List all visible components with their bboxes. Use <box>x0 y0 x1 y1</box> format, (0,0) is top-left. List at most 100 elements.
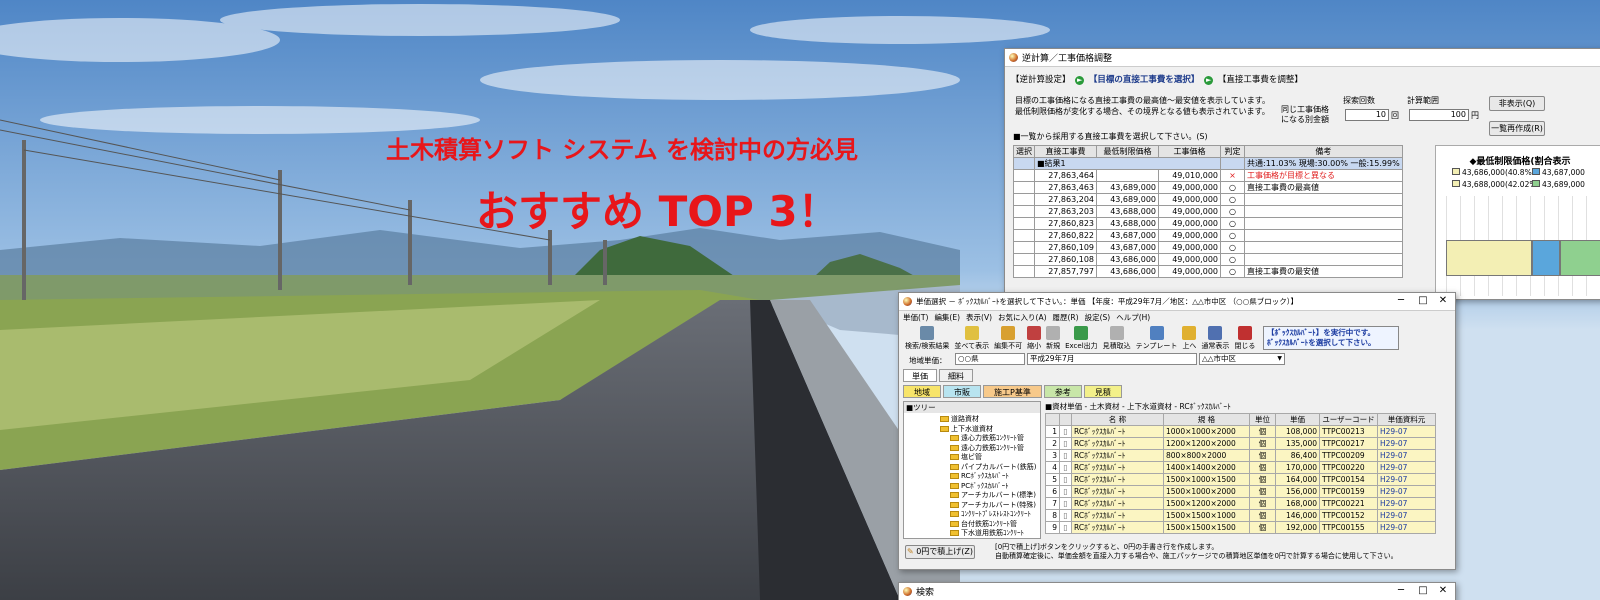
tree-node[interactable]: 道路資材 <box>940 415 1040 425</box>
minimize-icon[interactable]: ─ <box>1391 585 1411 596</box>
tab-unit-price[interactable]: 単価 <box>903 369 937 382</box>
name-cell: RCﾎﾞｯｸｽｶﾙﾊﾞｰﾄ <box>1071 497 1164 510</box>
rebuild-list-button[interactable]: 一覧再作成(R) <box>1489 121 1545 136</box>
price-cell: 168,000 <box>1275 497 1320 510</box>
menu-item[interactable]: お気に入り(A) <box>998 313 1046 322</box>
region-city-select[interactable]: △△市中区 ▼ <box>1199 353 1285 365</box>
col-note: 備考 <box>1244 145 1403 158</box>
tree-node[interactable]: ｺﾝｸﾘｰﾄﾌﾟﾚｽﾄﾚｽﾄｺﾝｸﾘｰﾄ <box>940 510 1040 520</box>
tree-node[interactable]: 遠心力鉄筋ｺﾝｸﾘｰﾄ管 <box>940 434 1040 444</box>
unit-price-titlebar[interactable]: 単価選択 － ﾎﾞｯｸｽｶﾙﾊﾞｰﾄを選択して下さい。：単価 【年度：平成29年… <box>899 293 1455 311</box>
toolbar-button[interactable]: 新規 <box>1046 326 1061 352</box>
tree-node[interactable]: RCﾎﾞｯｸｽｶﾙﾊﾞｰﾄ <box>940 472 1040 482</box>
material-row[interactable]: 6 ▯ RCﾎﾞｯｸｽｶﾙﾊﾞｰﾄ 1500×1000×2000 個 156,000 TTP… <box>1045 485 1436 498</box>
menu-item[interactable]: ヘルプ(H) <box>1116 313 1150 322</box>
tree-node[interactable]: 台付鉄筋ｺﾝｸﾘｰﾄ管 <box>940 520 1040 530</box>
tree-node[interactable]: アーチカルバート(標準) <box>940 491 1040 501</box>
tree-node[interactable]: 上下水道資材 <box>940 425 1040 435</box>
menu-item[interactable]: 設定(S) <box>1085 313 1111 322</box>
material-row[interactable]: 8 ▯ RCﾎﾞｯｸｽｶﾙﾊﾞｰﾄ 1500×1500×1000 個 146,000 TTP… <box>1045 509 1436 522</box>
reverse-calc-titlebar[interactable]: 逆計算／工事価格調整 <box>1005 49 1600 67</box>
price-row[interactable]: 27,863,203 43,688,000 49,000,000 ○ <box>1013 205 1403 218</box>
step-adjust[interactable]: 【直接工事費を調整】 <box>1218 75 1303 85</box>
tab-source[interactable]: 市販 <box>943 385 981 398</box>
toolbar-button[interactable]: テンプレート <box>1136 326 1177 352</box>
price-row[interactable]: 27,860,823 43,688,000 49,000,000 ○ <box>1013 217 1403 230</box>
tree-node[interactable]: 遠心力鉄筋ｺﾝｸﾘｰﾄ管 <box>940 444 1040 454</box>
material-row[interactable]: 7 ▯ RCﾎﾞｯｸｽｶﾙﾊﾞｰﾄ 1500×1200×2000 個 168,000 TTP… <box>1045 497 1436 510</box>
maximize-icon[interactable]: □ <box>1413 585 1433 596</box>
doc-icon: ▯ <box>1059 449 1072 462</box>
close-icon[interactable]: ✕ <box>1433 295 1453 306</box>
hide-button[interactable]: 非表示(Q) <box>1489 96 1545 111</box>
material-row[interactable]: 9 ▯ RCﾎﾞｯｸｽｶﾙﾊﾞｰﾄ 1500×1500×1500 個 192,000 TTP… <box>1045 521 1436 534</box>
price-row[interactable]: 27,863,463 43,689,000 49,000,000 ○ 直接工事費の最高値 <box>1013 181 1403 194</box>
maximize-icon[interactable]: □ <box>1413 295 1433 306</box>
menu-item[interactable]: 編集(E) <box>934 313 960 322</box>
row-number: 1 <box>1045 425 1060 438</box>
price-row[interactable]: 27,860,822 43,687,000 49,000,000 ○ <box>1013 229 1403 242</box>
code-cell: TTPC00159 <box>1319 485 1378 498</box>
price-cell: 49,000,000 <box>1158 217 1221 230</box>
tree-panel: ■ツリー 道路資材 上下水道資材 遠心力鉄筋ｺﾝｸﾘｰﾄ管 遠心力鉄筋ｺﾝｸﾘｰﾄ管塩… <box>903 401 1041 539</box>
tab-source[interactable]: 施工P基準 <box>983 385 1042 398</box>
region-date[interactable]: 平成29年7月 <box>1027 353 1197 365</box>
judge-cell: ○ <box>1220 181 1245 194</box>
name-cell: RCﾎﾞｯｸｽｶﾙﾊﾞｰﾄ <box>1071 521 1164 534</box>
menu-item[interactable]: 履歴(R) <box>1053 313 1079 322</box>
search-titlebar[interactable]: 検索 ─ □ ✕ <box>899 583 1455 600</box>
source-cell: H29-07 <box>1377 473 1436 486</box>
tab-source[interactable]: 見積 <box>1083 385 1122 398</box>
tree-node[interactable]: アーチカルバート(特殊) <box>940 501 1040 511</box>
menu-item[interactable]: 単価(T) <box>903 313 928 322</box>
chart-title: ◆最低制限価格(割合表示 <box>1469 157 1571 167</box>
price-row[interactable]: 27,863,204 43,689,000 49,000,000 ○ <box>1013 193 1403 206</box>
price-row[interactable]: 27,860,109 43,687,000 49,000,000 ○ <box>1013 241 1403 254</box>
price-row[interactable]: 27,857,797 43,686,000 49,000,000 ○ 直接工事費の最安値 <box>1013 265 1403 278</box>
tab-detail[interactable]: 細料 <box>939 369 973 382</box>
toolbar-button[interactable]: 縮小 <box>1027 326 1042 352</box>
material-row[interactable]: 4 ▯ RCﾎﾞｯｸｽｶﾙﾊﾞｰﾄ 1400×1400×2000 個 170,000 TTP… <box>1045 461 1436 474</box>
toolbar-button[interactable]: 検索/検索結果 <box>905 326 949 352</box>
price-cell: 146,000 <box>1275 509 1320 522</box>
tree-node[interactable]: PCﾎﾞｯｸｽｶﾙﾊﾞｰﾄ <box>940 482 1040 492</box>
toolbar-button[interactable]: 見積取込 <box>1103 326 1131 352</box>
material-row[interactable]: 5 ▯ RCﾎﾞｯｸｽｶﾙﾊﾞｰﾄ 1500×1000×1500 個 164,000 TTP… <box>1045 473 1436 486</box>
tree-node[interactable]: 塩ビ管 <box>940 453 1040 463</box>
toolbar-button[interactable]: 通常表示 <box>1201 326 1229 352</box>
step-settings[interactable]: 【逆計算設定】 <box>1011 75 1071 85</box>
result-row[interactable]: ■結果1 共通:11.03% 現場:30.00% 一般:15.99% <box>1013 157 1403 170</box>
tab-source[interactable]: 参考 <box>1043 385 1082 398</box>
reverse-calc-title: 逆計算／工事価格調整 <box>1022 54 1113 64</box>
range-label: 計算範囲 <box>1407 96 1439 105</box>
toolbar-button[interactable]: 編集不可 <box>994 326 1022 352</box>
price-row[interactable]: 27,860,108 43,686,000 49,000,000 ○ <box>1013 253 1403 266</box>
material-row[interactable]: 1 ▯ RCﾎﾞｯｸｽｶﾙﾊﾞｰﾄ 1000×1000×2000 個 108,000 TTP… <box>1045 425 1436 438</box>
doc-icon: ▯ <box>1059 497 1072 510</box>
range-input[interactable]: 100 <box>1409 109 1469 121</box>
tree-node[interactable]: パイプカルバート(鉄筋) <box>940 463 1040 473</box>
material-row[interactable]: 3 ▯ RCﾎﾞｯｸｽｶﾙﾊﾞｰﾄ 800×800×2000 個 86,400 TTPC00… <box>1045 449 1436 462</box>
close-icon[interactable]: ✕ <box>1433 585 1453 596</box>
zero-stack-button[interactable]: ✎ 0円で積上げ(Z) <box>905 545 975 559</box>
toolbar-button[interactable]: 上へ <box>1182 326 1197 352</box>
tree-node[interactable]: 下水道用鉄筋ｺﾝｸﾘｰﾄ <box>940 529 1040 539</box>
tab-source[interactable]: 地域 <box>903 385 941 398</box>
material-row[interactable]: 2 ▯ RCﾎﾞｯｸｽｶﾙﾊﾞｰﾄ 1200×1200×2000 個 135,000 TTP… <box>1045 437 1436 450</box>
menu-item[interactable]: 表示(V) <box>966 313 992 322</box>
step-select-target[interactable]: 【目標の直接工事費を選択】 <box>1089 75 1200 85</box>
row-number: 5 <box>1045 473 1060 486</box>
price-row[interactable]: 27,863,464 49,010,000 × 工事価格が目標と異なる <box>1013 169 1403 182</box>
name-cell: RCﾎﾞｯｸｽｶﾙﾊﾞｰﾄ <box>1071 425 1164 438</box>
row-number: 9 <box>1045 521 1060 534</box>
region-pref[interactable]: ○○県 <box>955 353 1025 365</box>
search-count-input[interactable]: 10 <box>1345 109 1389 121</box>
toolbar-button[interactable]: 閉じる <box>1234 326 1255 352</box>
spec-cell: 1500×1500×1500 <box>1163 521 1250 534</box>
minimize-icon[interactable]: ─ <box>1391 295 1411 306</box>
toolbar-button[interactable]: 並べて表示 <box>954 326 989 352</box>
toolbar-button[interactable]: Excel出力 <box>1065 326 1098 352</box>
doc-icon: ▯ <box>1059 473 1072 486</box>
toolbar-icon <box>1046 326 1061 340</box>
unit-cell: 個 <box>1249 425 1276 438</box>
